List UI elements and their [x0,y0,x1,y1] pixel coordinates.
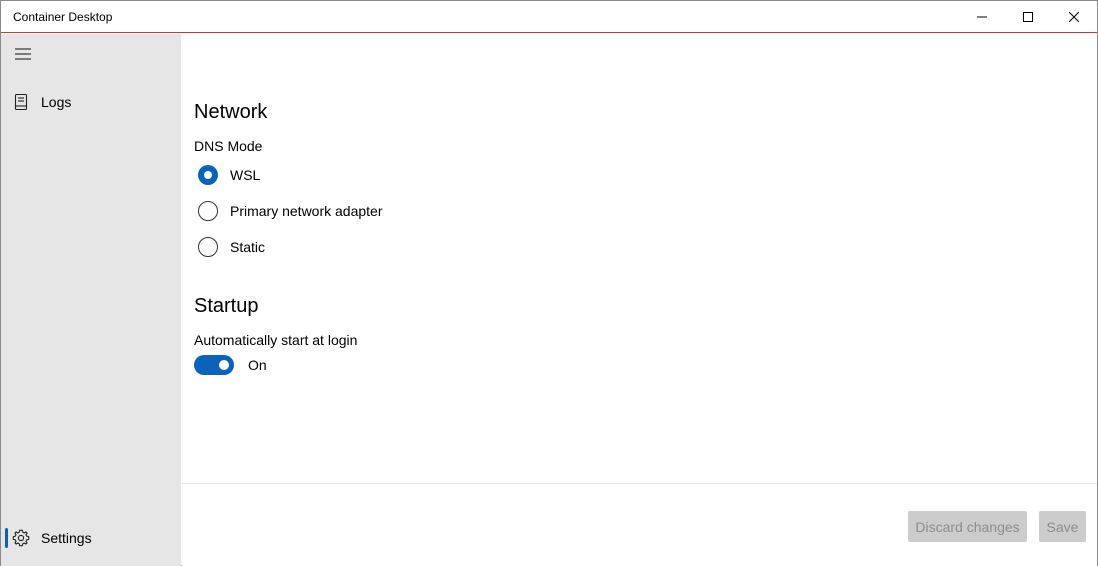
radio-label: Static [230,239,266,255]
document-icon [1,84,41,120]
close-button[interactable] [1051,1,1097,32]
auto-start-toggle-row[interactable]: On [194,354,267,376]
title-bar[interactable]: Container Desktop [1,1,1097,33]
selection-indicator [5,528,8,548]
settings-page: Network DNS Mode WSL Primary network ada… [182,34,1097,566]
radio-label: WSL [230,167,261,183]
auto-start-label: Automatically start at login [194,332,358,348]
sidebar-item-label: Logs [41,94,72,110]
radio-label: Primary network adapter [230,203,383,219]
sidebar: Logs Settings [1,34,181,566]
maximize-button[interactable] [1005,1,1051,32]
window-title: Container Desktop [13,10,113,24]
footer-divider [182,483,1097,484]
maximize-icon [1023,11,1033,22]
sidebar-item-settings[interactable]: Settings [1,520,181,556]
dns-radio-wsl[interactable]: WSL [198,163,260,187]
app-window: Container Desktop Logs Settings Network … [0,0,1098,566]
sidebar-item-label: Settings [41,530,92,546]
startup-section-title: Startup [194,295,259,317]
radio-button[interactable] [198,201,218,221]
close-icon [1069,11,1079,22]
auto-start-toggle[interactable] [194,355,234,375]
sidebar-item-logs[interactable]: Logs [1,84,181,120]
dns-radio-primary-adapter[interactable]: Primary network adapter [198,199,383,223]
save-button[interactable]: Save [1039,511,1086,542]
minimize-button[interactable] [959,1,1005,32]
dns-mode-label: DNS Mode [194,138,263,154]
dns-radio-static[interactable]: Static [198,235,265,259]
discard-changes-button[interactable]: Discard changes [908,511,1027,542]
hamburger-menu-button[interactable] [5,38,41,70]
hamburger-menu-icon [15,48,31,60]
toggle-state-label: On [248,357,267,373]
network-section-title: Network [194,101,268,123]
radio-button[interactable] [198,165,218,185]
toggle-knob [219,360,229,370]
radio-button[interactable] [198,237,218,257]
minimize-icon [977,16,987,17]
